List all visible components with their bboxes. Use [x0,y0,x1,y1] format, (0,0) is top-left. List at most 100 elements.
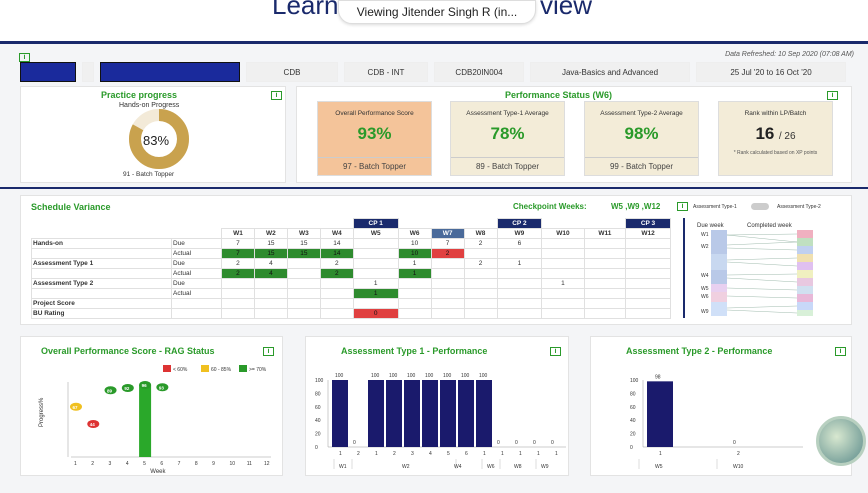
schedule-cell [625,268,671,279]
box-label: Overall Performance Score [335,110,414,117]
group-label: W8 [514,464,522,470]
schedule-cell [463,278,498,289]
info-dates: 25 Jul '20 to 16 Oct '20 [696,62,846,82]
x-tick: 1 [519,451,522,457]
y-tick: 100 [630,378,639,384]
schedule-variance-card: Schedule Variance Checkpoint Weeks: W5 ,… [20,195,852,325]
performance-title: Performance Status (W6) [505,90,613,100]
info-icon[interactable]: i [835,347,846,356]
week-header: W10 [541,228,585,239]
schedule-cell [463,268,498,279]
schedule-table: CP 1 CP 2 CP 3 W1 W2 W3 W4 W5 W6 W7 W8 W9 W10 W11 W12 H… [31,218,671,319]
info-icon[interactable]: i [19,53,30,62]
x-tick: 2 [393,451,396,457]
schedule-cell: 7 [221,238,255,249]
schedule-cell [583,308,627,319]
svg-text:W5: W5 [701,286,709,292]
bar-value-label: 0 [733,440,736,446]
schedule-cell [541,298,585,309]
perf-bar [386,380,402,447]
schedule-cell [583,238,627,249]
row-sub: Due [171,238,222,249]
info-icon[interactable]: i [677,202,688,211]
perf-bar [647,381,673,447]
row-label: Hands-on [31,238,172,249]
rag-point-label: 93 [159,385,165,390]
info-icon[interactable]: i [550,347,561,356]
bar-value-label: 100 [479,373,488,379]
schedule-cell [430,258,465,269]
row-sub: Actual [171,288,222,299]
week-header: W9 [496,228,543,239]
at2-performance-card: Assessment Type 2 - Performance i 0 20 40 6… [590,336,852,476]
at2-title: Assessment Type 2 - Performance [626,346,773,356]
group-label: W2 [402,464,410,470]
schedule-cell: 6 [496,238,543,249]
schedule-cell: 7 [430,238,465,249]
info-icon[interactable]: i [271,91,282,100]
schedule-cell [253,308,288,319]
bar-value-label: 100 [425,373,434,379]
legend-swatch [163,365,171,372]
redacted-field [20,62,76,82]
assessment-toggle[interactable] [751,203,769,210]
section-divider [0,187,868,189]
schedule-cell [463,248,498,259]
bar-value-label: 98 [655,374,661,380]
performance-status-card: Performance Status (W6) i Overall Perfor… [296,86,852,183]
schedule-cell: 4 [253,268,288,279]
group-label: W10 [733,464,744,470]
schedule-cell: 2 [319,258,354,269]
week-header: W8 [463,228,498,239]
schedule-cell: 10 [397,238,432,249]
y-tick: 80 [315,391,321,397]
overall-score-box: Overall Performance Score 93% 97 - Batch… [317,101,432,176]
row-label [31,248,172,259]
schedule-cell: 4 [253,258,288,269]
practice-progress-card: Practice progress i Hands-on Progress 83… [20,86,286,183]
schedule-cell [430,268,465,279]
practice-title: Practice progress [101,90,178,100]
info-icon[interactable]: i [263,347,274,356]
schedule-cell: 1 [397,258,432,269]
schedule-cell [397,308,432,319]
y-tick: 20 [630,432,636,438]
schedule-cell [625,258,671,269]
schedule-cell [541,308,585,319]
y-tick: 20 [315,432,321,438]
rag-chart: < 60% 60 - 85% >= 70%Progress%Week1 2 3 4 5 6 7 8… [39,365,271,475]
rag-point-label: 92 [124,386,130,391]
table-divider [683,218,685,318]
info-icon[interactable]: i [827,91,838,100]
x-tick: 3 [109,461,112,467]
box-footer: 89 - Batch Topper [451,157,564,175]
header-divider [0,41,868,44]
bar-value-label: 0 [551,440,554,446]
schedule-cell [319,278,354,289]
row-label: Assessment Type 2 [31,278,172,289]
y-tick: 0 [315,445,318,451]
row-label: Project Score [31,298,172,309]
x-tick: 4 [429,451,432,457]
viewing-as-pill[interactable]: Viewing Jitender Singh R (in... [338,0,536,24]
row-sub: Actual [171,268,222,279]
schedule-cell [496,308,543,319]
y-tick: 80 [630,391,636,397]
y-tick: 60 [315,405,321,411]
checkpoint-header: CP 2 [496,218,543,229]
learner-info-bar: CDB CDB - INT CDB20IN004 Java-Basics and… [20,62,855,82]
box-footer: 99 - Batch Topper [585,157,698,175]
perf-bar [332,380,348,447]
bar-value-label: 100 [335,373,344,379]
schedule-cell [286,308,321,319]
x-tick: 12 [264,461,270,467]
rank-total: / 26 [778,131,796,142]
rank-value: 16 [755,124,775,143]
svg-text:W6: W6 [701,294,709,300]
at1-title: Assessment Type 1 - Performance [341,346,488,356]
week-header: W6 [397,228,432,239]
assessment2-box: Assessment Type-2 Average 98% 99 - Batch… [584,101,699,176]
checkpoint-header: CP 1 [352,218,399,229]
chat-assistant-button[interactable] [816,416,866,466]
x-tick: 6 [465,451,468,457]
